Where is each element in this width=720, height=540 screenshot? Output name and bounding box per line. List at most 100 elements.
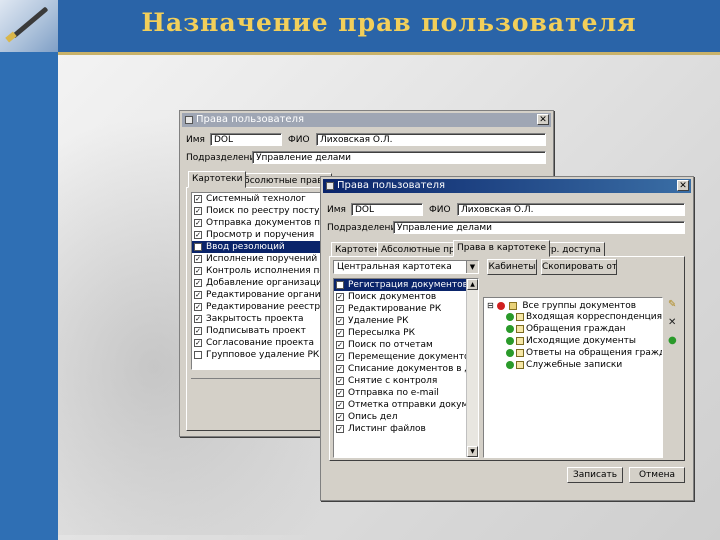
document-icon [516, 312, 524, 321]
rights-checkbox[interactable]: ✓ [336, 293, 344, 301]
rights-checkbox[interactable] [194, 351, 202, 359]
rights-checkbox[interactable]: ✓ [336, 377, 344, 385]
rights-list-item[interactable]: ✓ Исполнение поручений [192, 253, 320, 265]
rights-checkbox[interactable]: ✓ [194, 327, 202, 335]
tree-node[interactable]: Обращения граждан [506, 324, 626, 335]
back-dialog-titlebar[interactable]: Права пользователя ✕ [182, 113, 551, 127]
rights-list-item[interactable]: ✓ Ввод резолюций [192, 241, 320, 253]
rights-list-item[interactable]: ✓ Поиск документов [334, 291, 467, 303]
rights-checkbox[interactable]: ✓ [194, 303, 202, 311]
tree-node[interactable]: Исходящие документы [506, 336, 636, 347]
rights-item-label: Контроль исполнения поручений [206, 266, 320, 276]
rights-checkbox[interactable]: ✓ [194, 315, 202, 323]
rights-checkbox[interactable]: ✓ [336, 353, 344, 361]
add-icon[interactable]: ✎ [668, 299, 676, 310]
tree-node[interactable]: Служебные записки [506, 360, 622, 371]
rights-list-item[interactable]: ✓ Редактирование организаций [192, 289, 320, 301]
rights-list-item[interactable]: ✓ Поиск по отчетам [334, 339, 467, 351]
rights-list-item[interactable]: ✓ Отправка документов по реестру [192, 217, 320, 229]
rights-checkbox[interactable]: ✓ [336, 365, 344, 373]
rights-item-label: Поиск по отчетам [348, 340, 433, 350]
rights-list-item[interactable]: Групповое удаление РК [192, 349, 320, 361]
apply-button[interactable]: Записать [567, 467, 623, 483]
rights-list-item[interactable]: ✓ Отправка по e-mail [334, 387, 467, 399]
file-select[interactable]: Центральная картотека ▼ [333, 260, 479, 274]
allow-icon [506, 324, 514, 333]
document-groups-tree: ⊟ Все группы документов Входящая корресп… [483, 297, 663, 458]
rights-item-label: Ввод резолюций [206, 242, 285, 252]
rights-list-item[interactable]: ✓ Просмотр и поручения [192, 229, 320, 241]
close-icon[interactable]: ✕ [677, 180, 689, 191]
rights-scrollbar[interactable]: ▲ ▼ [466, 279, 478, 457]
rights-list-item[interactable]: ✓ Снятие с контроля [334, 375, 467, 387]
rights-list-item[interactable]: ✓ Контроль исполнения поручений [192, 265, 320, 277]
fio-field[interactable]: Лиховская О.Л. [316, 133, 546, 146]
rights-list-item[interactable]: ✓ Системный технолог [192, 193, 320, 205]
tree-node[interactable]: Входящая корреспонденция [506, 312, 662, 323]
rights-list-item[interactable]: ✓ Пересылка РК [334, 327, 467, 339]
name-field[interactable]: DOL [210, 133, 282, 146]
rights-checkbox[interactable]: ✓ [194, 195, 202, 203]
department-field[interactable]: Управление делами [393, 221, 685, 234]
rights-checkbox[interactable]: ✓ [336, 413, 344, 421]
rights-list-item[interactable]: ✓ Отметка отправки документов [334, 399, 478, 411]
rights-list-item[interactable]: ✓ Листинг файлов [334, 423, 467, 435]
department-label: Подразделение [327, 223, 402, 233]
rights-item-label: Подписывать проект [206, 326, 306, 336]
tree-node-label: Обращения граждан [526, 324, 626, 334]
front-dialog-titlebar[interactable]: Права пользователя ✕ [323, 179, 691, 193]
rights-checkbox[interactable]: ✓ [194, 279, 202, 287]
rights-item-label: Отправка документов по реестру [206, 218, 321, 228]
tab-file-rights[interactable]: Права в картотеке [453, 240, 551, 257]
rights-checkbox[interactable]: ✓ [194, 255, 202, 263]
rights-list-item[interactable]: ✓ Удаление РК [334, 315, 467, 327]
rights-checkbox[interactable]: ✓ [336, 317, 344, 325]
rights-checkbox[interactable]: ✓ [336, 341, 344, 349]
rights-list-item[interactable]: ✓ Подписывать проект [192, 325, 320, 337]
rights-checkbox[interactable]: ✓ [194, 267, 202, 275]
copy-from-button[interactable]: Скопировать от... [541, 259, 617, 275]
tab-absolute-rights[interactable]: Абсолютные права [234, 173, 333, 188]
rights-list-item[interactable]: ✓ Редактирование реестров [192, 301, 320, 313]
help-icon[interactable]: ● [668, 335, 677, 346]
rights-list-item[interactable]: ✓ Добавление организаций в группы [192, 277, 320, 289]
name-field[interactable]: DOL [351, 203, 423, 216]
rights-checkbox[interactable]: ✓ [194, 243, 202, 251]
rights-checkbox[interactable]: ✓ [336, 425, 344, 433]
fio-field[interactable]: Лиховская О.Л. [457, 203, 685, 216]
window-icon [326, 182, 334, 190]
rights-checkbox[interactable]: ✓ [194, 219, 202, 227]
department-field[interactable]: Управление делами [252, 151, 546, 164]
delete-icon[interactable]: ✕ [668, 317, 676, 328]
scroll-down-icon[interactable]: ▼ [467, 446, 478, 457]
rights-checkbox[interactable]: ✓ [336, 401, 344, 409]
rights-checkbox[interactable]: ✓ [336, 389, 344, 397]
chevron-down-icon[interactable]: ▼ [466, 261, 478, 273]
rights-checkbox[interactable]: ✓ [336, 281, 344, 289]
rights-list-item[interactable]: ✓ Поиск по реестру поступивших [192, 205, 320, 217]
document-icon [516, 324, 524, 333]
rights-list-item[interactable]: ✓ Перемещение документов [334, 351, 475, 363]
rights-list-item[interactable]: ✓ Редактирование РК [334, 303, 467, 315]
tree-root[interactable]: ⊟ Все группы документов [487, 300, 636, 311]
back-rights-list: ✓ Системный технолог ✓ Поиск по реестру пос… [191, 192, 321, 370]
rights-checkbox[interactable]: ✓ [194, 231, 202, 239]
rights-checkbox[interactable]: ✓ [336, 305, 344, 313]
rights-checkbox[interactable]: ✓ [194, 207, 202, 215]
rights-list-item[interactable]: ✓ Опись дел [334, 411, 467, 423]
rights-list-item[interactable]: ✓ Закрытость проекта [192, 313, 320, 325]
tab-files[interactable]: Картотеки [188, 171, 247, 188]
rights-checkbox[interactable]: ✓ [336, 329, 344, 337]
cabinets-button[interactable]: Кабинеты [487, 259, 537, 275]
cancel-button[interactable]: Отмена [629, 467, 685, 483]
rights-checkbox[interactable]: ✓ [194, 339, 202, 347]
rights-list-item[interactable]: ✓ Регистрация документов [334, 279, 468, 291]
tree-node[interactable]: Ответы на обращения граждан [506, 348, 662, 359]
slide-sidebar [0, 0, 58, 540]
rights-checkbox[interactable]: ✓ [194, 291, 202, 299]
rights-list-item[interactable]: ✓ Согласование проекта [192, 337, 320, 349]
rights-list-item[interactable]: ✓ Списание документов в дело [334, 363, 478, 375]
close-icon[interactable]: ✕ [537, 114, 549, 125]
scroll-up-icon[interactable]: ▲ [467, 279, 478, 290]
collapse-icon[interactable]: ⊟ [487, 301, 494, 310]
